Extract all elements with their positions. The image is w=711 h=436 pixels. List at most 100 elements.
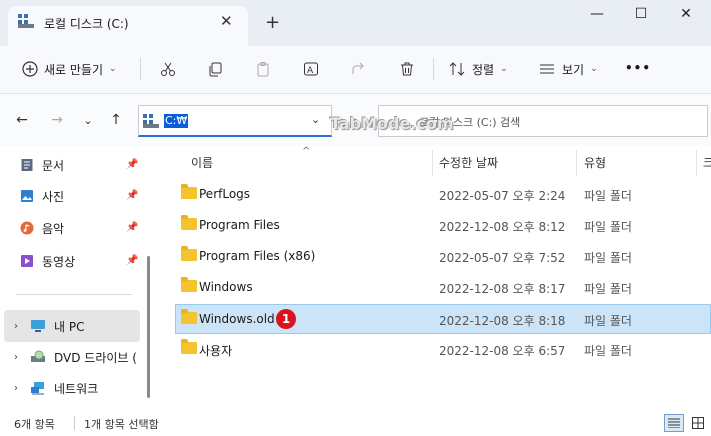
tab-title: 로컬 디스크 (C:) — [44, 17, 129, 31]
sort-button[interactable]: 정렬 ⌄ — [448, 56, 508, 82]
maximize-button[interactable]: ☐ — [621, 6, 661, 26]
file-modified: 2022-05-07 오후 2:24 — [439, 189, 566, 203]
close-tab-button[interactable]: ✕ — [220, 12, 233, 30]
pin-icon[interactable]: 📌 — [126, 159, 138, 170]
sidebar-item-videos[interactable]: 동영상 — [20, 246, 140, 276]
rename-button[interactable]: A — [297, 56, 325, 82]
pin-icon[interactable]: 📌 — [126, 255, 138, 266]
copy-icon — [209, 62, 222, 77]
new-button[interactable]: 새로 만들기 ⌄ — [22, 56, 117, 82]
file-type: 파일 폴더 — [584, 314, 632, 328]
plus-circle-icon — [22, 61, 38, 77]
new-tab-button[interactable]: + — [265, 12, 280, 33]
table-row[interactable]: PerfLogs 2022-05-07 오후 2:24 파일 폴더 — [175, 179, 711, 209]
column-divider[interactable] — [576, 150, 577, 176]
tiles-view-button[interactable] — [688, 414, 708, 432]
pin-icon[interactable]: 📌 — [126, 222, 138, 233]
forward-arrow-icon[interactable]: → — [47, 112, 67, 128]
address-dropdown-icon[interactable]: ⌄ — [311, 113, 320, 126]
column-divider[interactable] — [696, 150, 697, 176]
file-name: 사용자 — [199, 344, 233, 358]
sidebar-item-label: 내 PC — [54, 319, 85, 334]
document-icon — [21, 159, 33, 171]
picture-icon — [21, 190, 33, 202]
rename-icon: A — [304, 62, 318, 76]
status-divider — [74, 416, 75, 430]
folder-icon — [181, 309, 197, 324]
clipboard-icon — [257, 62, 269, 77]
address-path: C:₩ — [164, 114, 189, 128]
copy-button[interactable] — [201, 56, 229, 82]
share-button[interactable] — [345, 56, 373, 82]
chevron-right-icon[interactable]: › — [10, 321, 22, 332]
folder-icon — [181, 246, 197, 261]
sidebar-item-music[interactable]: 음악 — [20, 213, 140, 243]
sidebar-item-label: 문서 — [42, 158, 65, 173]
close-window-button[interactable]: ✕ — [666, 6, 706, 26]
column-divider[interactable] — [432, 150, 433, 176]
column-header-type[interactable]: 유형 — [584, 154, 606, 171]
sort-icon — [449, 62, 465, 76]
paste-button[interactable] — [249, 56, 277, 82]
column-header-modified[interactable]: 수정한 날짜 — [439, 154, 498, 171]
sidebar-item-documents[interactable]: 문서 — [20, 150, 140, 180]
chevron-right-icon[interactable]: › — [10, 352, 22, 363]
item-count: 6개 항목 — [14, 418, 55, 431]
recent-chevron-icon[interactable]: ⌄ — [78, 114, 98, 127]
table-row[interactable]: Program Files 2022-12-08 오후 8:12 파일 폴더 — [175, 210, 711, 240]
file-type: 파일 폴더 — [584, 251, 632, 265]
sidebar-scrollbar[interactable] — [147, 256, 150, 398]
file-type: 파일 폴더 — [584, 220, 632, 234]
file-name: PerfLogs — [199, 187, 251, 201]
sidebar-item-label: 동영상 — [42, 254, 76, 269]
folder-icon — [181, 184, 197, 199]
step-number-badge: 1 — [276, 309, 296, 329]
sidebar-item-label: 사진 — [42, 189, 65, 204]
sort-label: 정렬 — [472, 62, 495, 77]
table-row[interactable]: Program Files (x86) 2022-05-07 오후 7:52 파… — [175, 241, 711, 271]
file-name: Windows.old — [199, 312, 275, 326]
chevron-right-icon[interactable]: › — [10, 383, 22, 394]
file-modified: 2022-12-08 오후 8:12 — [439, 220, 566, 234]
watermark-text: TabMode.com — [330, 114, 454, 133]
table-row-selected[interactable]: Windows.old 2022-12-08 오후 8:18 파일 폴더 — [175, 304, 711, 334]
file-type: 파일 폴더 — [584, 282, 632, 296]
delete-button[interactable] — [393, 56, 421, 82]
file-modified: 2022-12-08 오후 8:18 — [439, 314, 566, 328]
share-icon — [352, 62, 364, 74]
back-arrow-icon[interactable]: ← — [12, 112, 32, 128]
trash-icon — [401, 62, 413, 76]
column-header-name[interactable]: 이름 — [191, 154, 213, 171]
more-options-button[interactable]: ••• — [625, 61, 651, 75]
file-name: Windows — [199, 280, 253, 294]
table-row[interactable]: 사용자 2022-12-08 오후 6:57 파일 폴더 — [175, 334, 711, 364]
file-modified: 2022-12-08 오후 8:17 — [439, 282, 566, 296]
sidebar-item-dvd-drive[interactable]: › DVD 드라이브 ( — [10, 342, 140, 372]
table-row[interactable]: Windows 2022-12-08 오후 8:17 파일 폴더 — [175, 272, 711, 302]
file-name: Program Files (x86) — [199, 249, 316, 263]
pin-icon[interactable]: 📌 — [126, 190, 138, 201]
sidebar-divider — [16, 294, 132, 295]
scissors-icon — [161, 62, 175, 76]
minimize-button[interactable]: — — [577, 6, 617, 26]
sidebar-item-pictures[interactable]: 사진 — [20, 181, 140, 211]
network-icon — [31, 382, 44, 395]
sidebar-item-label: 음악 — [42, 221, 65, 236]
view-button[interactable]: 보기 ⌄ — [538, 56, 598, 82]
file-name: Program Files — [199, 218, 280, 232]
sidebar-item-label: DVD 드라이브 ( — [54, 350, 137, 365]
toolbar-divider — [140, 58, 141, 80]
chevron-down-icon: ⌄ — [500, 64, 508, 74]
details-view-button[interactable] — [664, 414, 684, 432]
drive-icon — [143, 114, 159, 128]
cut-button[interactable] — [154, 56, 182, 82]
sidebar-item-this-pc[interactable]: › 내 PC — [10, 311, 140, 341]
sidebar-item-network[interactable]: › 네트워크 — [10, 373, 140, 403]
up-arrow-icon[interactable]: ↑ — [106, 112, 126, 128]
music-icon — [20, 221, 34, 235]
address-bar[interactable]: C:₩ ⌄ — [138, 105, 332, 137]
column-header-size[interactable]: 크 — [703, 154, 711, 171]
view-label: 보기 — [562, 62, 585, 77]
tiles-view-icon — [692, 417, 704, 429]
view-lines-icon — [540, 64, 554, 74]
